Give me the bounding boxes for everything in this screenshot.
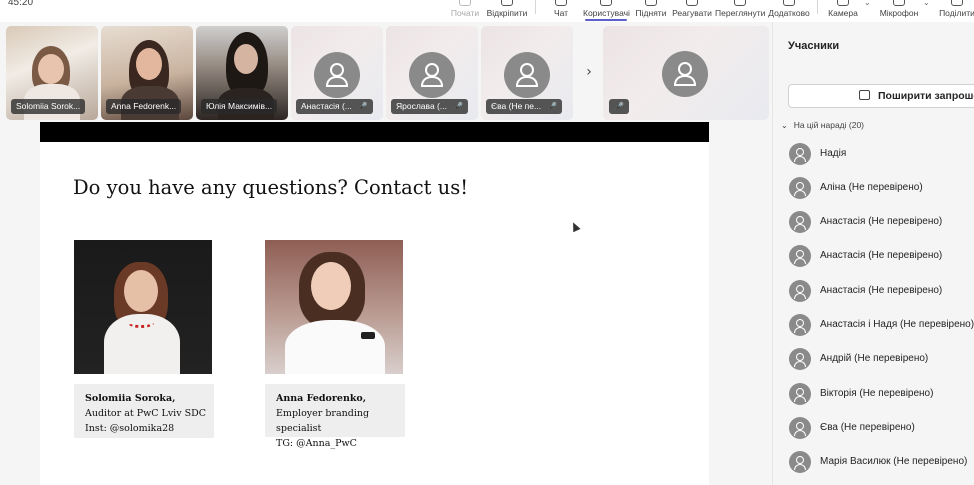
people-icon <box>583 0 629 8</box>
avatar-icon <box>789 143 811 165</box>
participant-name-pill: Анастасія (... 🎤 <box>296 99 373 114</box>
avatar-icon <box>789 211 811 233</box>
avatar-tile[interactable]: Єва (Не пе... 🎤 <box>481 26 573 120</box>
camera-options-chevron-icon[interactable]: ⌄ <box>864 0 871 7</box>
camera-button[interactable]: Камера <box>827 0 859 22</box>
avatar-person-icon <box>662 51 708 97</box>
participant-item[interactable]: Єва (Не перевірено) <box>788 416 974 442</box>
participant-name-pill: Єва (Не пе... 🎤 <box>486 99 563 114</box>
toolbar-divider <box>535 0 536 14</box>
unpin-button[interactable]: Відкріпити <box>485 0 529 22</box>
share-icon <box>936 0 974 8</box>
view-button[interactable]: Переглянути <box>715 0 765 22</box>
participant-name-pill: Ярослава (... 🎤 <box>391 99 468 114</box>
camera-icon <box>827 0 859 8</box>
avatar-icon <box>789 177 811 199</box>
react-icon <box>672 0 712 8</box>
contact-card: Anna Fedorenko, Employer branding specia… <box>265 384 405 449</box>
avatar-icon <box>789 245 811 267</box>
unpin-icon <box>485 0 529 8</box>
raise-hand-icon <box>634 0 668 8</box>
avatar-icon <box>789 348 811 370</box>
video-tile[interactable]: Anna Fedorenk... <box>101 26 193 120</box>
avatar-tile[interactable]: 🎤 <box>603 26 769 120</box>
record-icon <box>445 0 485 8</box>
participant-item[interactable]: Надія <box>788 142 974 168</box>
share-invite-button[interactable]: Поширити запрошення <box>788 84 974 108</box>
chevron-down-icon: ⌄ <box>781 121 788 130</box>
contact-card: Solomiia Soroka, Auditor at PwC Lviv SDC… <box>74 384 214 438</box>
share-invite-icon <box>859 90 870 100</box>
slide-title: Do you have any questions? Contact us! <box>73 176 469 199</box>
contact-role: Auditor at PwC Lviv SDC <box>85 408 207 419</box>
participants-panel: Учасники Поширити запрошення ⌄На цій нар… <box>772 22 974 485</box>
contact-handle: Inst: @solomika28 <box>85 423 175 434</box>
people-button[interactable]: Користувачі <box>583 0 630 22</box>
participant-item[interactable]: Марія Василюк (Не перевірено) <box>788 450 974 476</box>
participant-item[interactable]: Андрій (Не перевірено) <box>788 347 974 373</box>
microphone-button[interactable]: Мікрофон <box>878 0 920 22</box>
mic-off-icon: 🎤 <box>547 102 558 111</box>
in-meeting-section-toggle[interactable]: ⌄ На цій нараді (20) <box>781 120 864 130</box>
raise-hand-button[interactable]: Підняти <box>634 0 668 22</box>
contact-role: Employer branding specialist <box>276 408 370 434</box>
participant-name-pill: Юлія Максимів... <box>201 99 278 114</box>
participant-item[interactable]: Анастасія і Надя (Не перевірено) <box>788 313 974 339</box>
mic-off-icon: 🎤 <box>357 102 368 111</box>
mic-off-icon: 🎤 <box>609 99 629 114</box>
shared-screen-header <box>40 122 709 142</box>
contact-photo <box>265 240 403 374</box>
meeting-timer: 45:20 <box>8 0 34 8</box>
react-button[interactable]: Реагувати <box>672 0 712 22</box>
chat-button[interactable]: Чат <box>547 0 575 22</box>
avatar-icon <box>789 417 811 439</box>
shared-slide: Do you have any questions? Contact us! S… <box>40 142 709 485</box>
more-button[interactable]: Додатково <box>767 0 811 22</box>
avatar-icon <box>789 314 811 336</box>
contact-name: Anna Fedorenko, <box>276 393 367 404</box>
chat-icon <box>547 0 575 8</box>
participant-item[interactable]: Анастасія (Не перевірено) <box>788 279 974 305</box>
video-strip: Solomiia Sorok... Anna Fedorenk... Юлія … <box>0 22 772 122</box>
participant-name-pill: Anna Fedorenk... <box>106 99 182 114</box>
microphone-options-chevron-icon[interactable]: ⌄ <box>923 0 930 7</box>
avatar-icon <box>789 280 811 302</box>
avatar-person-icon <box>314 52 360 98</box>
participant-item[interactable]: Аліна (Не перевірено) <box>788 176 974 202</box>
contact-photo <box>74 240 212 374</box>
avatar-tile[interactable]: Ярослава (... 🎤 <box>386 26 478 120</box>
more-icon <box>767 0 811 8</box>
chevron-right-icon[interactable]: › <box>580 60 598 84</box>
microphone-icon <box>878 0 920 8</box>
share-button[interactable]: Поділити <box>936 0 974 22</box>
avatar-icon <box>789 451 811 473</box>
record-button[interactable]: Почати <box>445 0 485 22</box>
participant-name-pill: Solomiia Sorok... <box>11 99 86 114</box>
toolbar-divider <box>817 0 818 14</box>
avatar-person-icon <box>504 52 550 98</box>
participant-item[interactable]: Вікторія (Не перевірено) <box>788 382 974 408</box>
avatar-person-icon <box>409 52 455 98</box>
panel-title: Учасники <box>788 40 840 52</box>
meeting-toolbar: 45:20 Почати Відкріпити Чат Користувачі … <box>0 0 974 22</box>
view-icon <box>715 0 765 8</box>
participant-item[interactable]: Анастасія (Не перевірено) <box>788 244 974 270</box>
participant-item[interactable]: Анастасія (Не перевірено) <box>788 210 974 236</box>
contact-handle: TG: @Anna_PwC <box>276 438 357 449</box>
avatar-tile[interactable]: Анастасія (... 🎤 <box>291 26 383 120</box>
avatar-icon <box>789 383 811 405</box>
video-tile[interactable]: Юлія Максимів... <box>196 26 288 120</box>
contact-name: Solomiia Soroka, <box>85 393 176 404</box>
video-tile[interactable]: Solomiia Sorok... <box>6 26 98 120</box>
mic-off-icon: 🎤 <box>452 102 463 111</box>
